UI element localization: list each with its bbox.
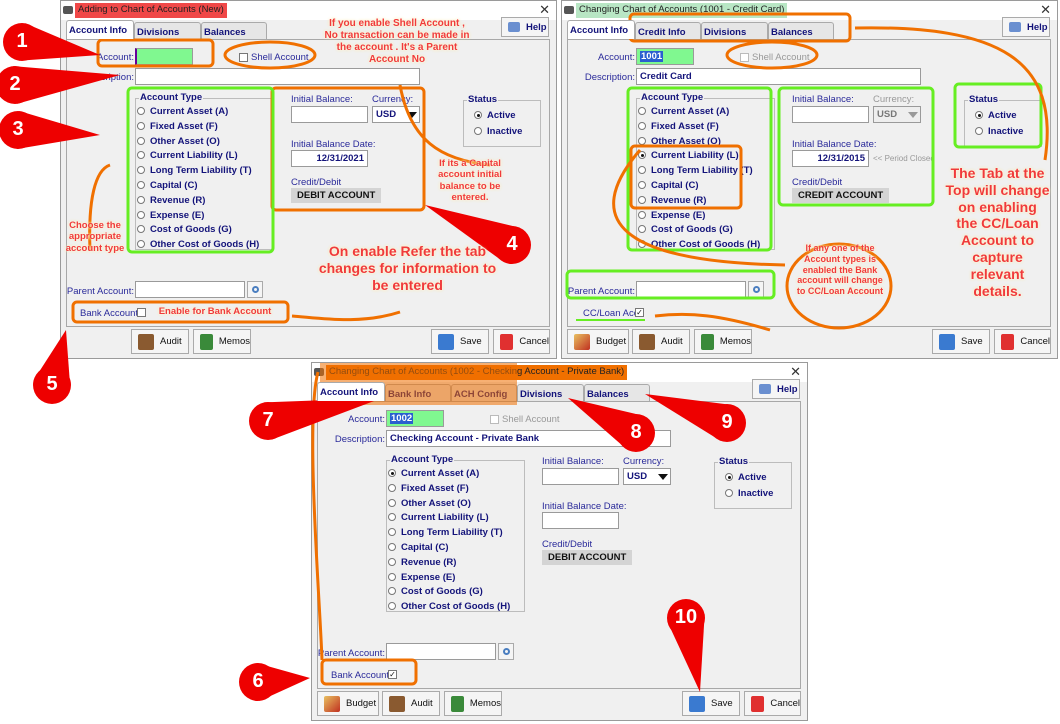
- annotation-bank-enable: Enable for Bank Account: [158, 306, 272, 317]
- orange-highlight-box: [270, 86, 426, 212]
- annotation-capital-note: If its a Capital account initial balance…: [438, 158, 502, 204]
- orange-arrow: [654, 312, 771, 332]
- annotation-tab-top-note: The Tab at the Top will change on enabli…: [945, 165, 1050, 299]
- annotation-choose-type: Choose the appropriate account type: [65, 220, 125, 254]
- tab-account-info[interactable]: Account Info: [567, 20, 635, 39]
- annotation-cc-note: If any one of the Account types is enabl…: [796, 243, 884, 297]
- orange-highlight-box: [96, 38, 215, 68]
- tab-account-info[interactable]: Account Info: [66, 20, 134, 39]
- annotation-tab-change-note: On enable Refer the tab changes for info…: [318, 243, 497, 293]
- orange-highlight-ellipse: [223, 40, 317, 70]
- annotation-overlay: [0, 12, 1049, 701]
- green-highlight-box: [777, 86, 935, 207]
- green-highlight-box: [565, 269, 776, 300]
- orange-highlight-ellipse: [725, 40, 819, 70]
- callout-number-9: 9: [721, 411, 733, 433]
- tab-account-info[interactable]: Account Info: [317, 382, 385, 401]
- callout-number-2: 2: [9, 73, 21, 95]
- callout-number-1: 1: [16, 30, 28, 52]
- green-highlight-box: [126, 86, 275, 254]
- green-highlight-box: [626, 86, 773, 252]
- orange-highlight-box: [628, 12, 852, 43]
- green-highlight-box: [953, 82, 1043, 149]
- callout-number-5: 5: [46, 373, 58, 395]
- orange-arrow: [291, 310, 401, 322]
- orange-arrow: [398, 84, 491, 167]
- callout-number-10: 10: [674, 606, 698, 628]
- orange-highlight-box: [629, 144, 743, 210]
- callout-number-8: 8: [630, 421, 642, 443]
- callout-number-3: 3: [12, 118, 24, 140]
- orange-highlight-box: [320, 658, 418, 686]
- orange-arrow: [854, 26, 1049, 161]
- callout-number-6: 6: [252, 670, 264, 692]
- callout-number-7: 7: [262, 409, 274, 431]
- annotation-shell-note: If you enable Shell Account , No transac…: [324, 18, 470, 65]
